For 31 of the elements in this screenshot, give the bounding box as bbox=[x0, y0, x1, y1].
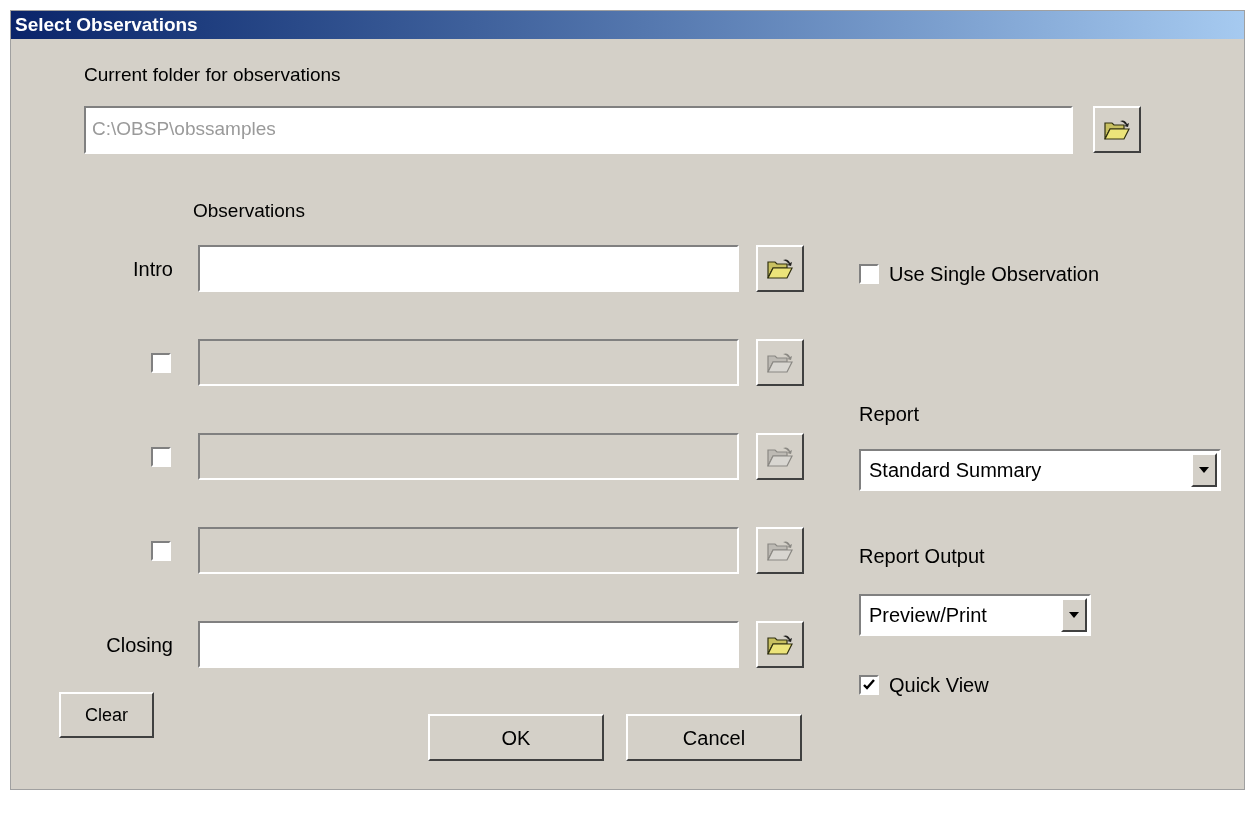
open-folder-icon bbox=[767, 257, 793, 280]
dialog-button[interactable]: OK bbox=[428, 714, 604, 761]
browse-button[interactable] bbox=[756, 433, 804, 480]
clear-button[interactable]: Clear bbox=[59, 692, 154, 738]
observations-heading: Observations bbox=[193, 198, 305, 223]
open-folder-icon bbox=[1104, 118, 1130, 141]
open-folder-icon bbox=[767, 351, 793, 374]
dialog-button[interactable]: Cancel bbox=[626, 714, 802, 761]
browse-button[interactable] bbox=[756, 527, 804, 574]
report-label: Report bbox=[859, 401, 920, 427]
use-single-option[interactable]: Use Single Observation bbox=[859, 258, 1100, 289]
browse-folder-button[interactable] bbox=[1093, 106, 1141, 153]
open-folder-icon bbox=[767, 539, 793, 562]
report-output-dropdown[interactable]: Preview/Print bbox=[859, 593, 1091, 636]
browse-button[interactable] bbox=[756, 339, 804, 386]
open-folder-icon bbox=[767, 445, 793, 468]
check-mark-icon bbox=[862, 677, 876, 692]
checkbox[interactable] bbox=[859, 674, 879, 695]
observation-field[interactable] bbox=[198, 621, 739, 668]
report-output-label: Report Output bbox=[859, 543, 985, 569]
row-label: Intro bbox=[132, 256, 173, 282]
quick-view-option[interactable]: Quick View bbox=[859, 669, 989, 700]
browse-button[interactable] bbox=[756, 245, 804, 292]
browse-button[interactable] bbox=[756, 621, 804, 668]
observation-field[interactable] bbox=[198, 245, 739, 292]
window-title: Select Observations bbox=[11, 11, 1244, 39]
report-dropdown[interactable]: Standard Summary bbox=[859, 448, 1221, 491]
row-label: Closing bbox=[106, 632, 173, 658]
folder-label: Current folder for observations bbox=[84, 63, 341, 87]
checkbox[interactable] bbox=[859, 263, 879, 284]
open-folder-icon bbox=[767, 633, 793, 656]
